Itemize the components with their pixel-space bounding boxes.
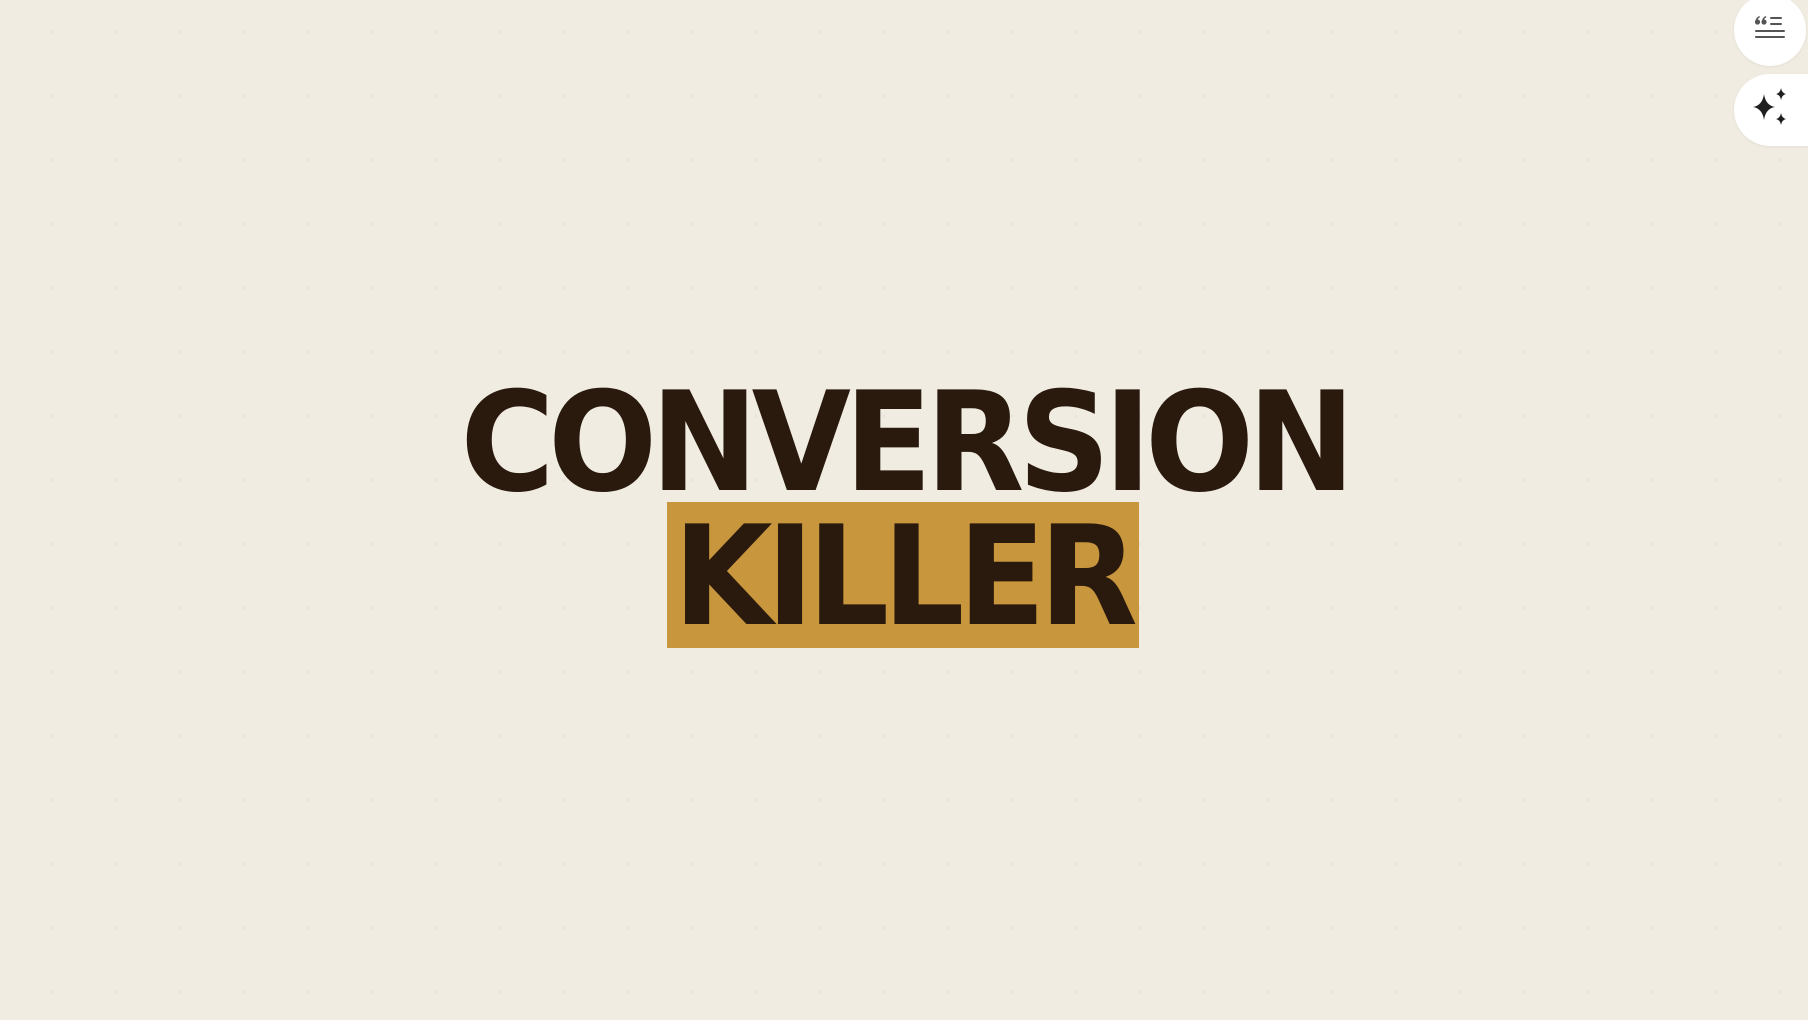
sparkles-icon <box>1749 86 1793 134</box>
quote-list-button[interactable] <box>1734 0 1806 66</box>
headline-line-conversion: CONVERSION <box>459 362 1355 523</box>
page: { "headline": { "line1": "CONVERSION", "… <box>0 0 1808 1020</box>
hero-headline: CONVERSION KILLER <box>0 374 1808 648</box>
headline-line-killer: KILLER <box>673 502 1138 648</box>
headline-highlight-box: KILLER <box>666 502 1139 648</box>
ai-sparkle-button[interactable] <box>1734 74 1808 146</box>
quote-list-icon <box>1753 11 1787 49</box>
